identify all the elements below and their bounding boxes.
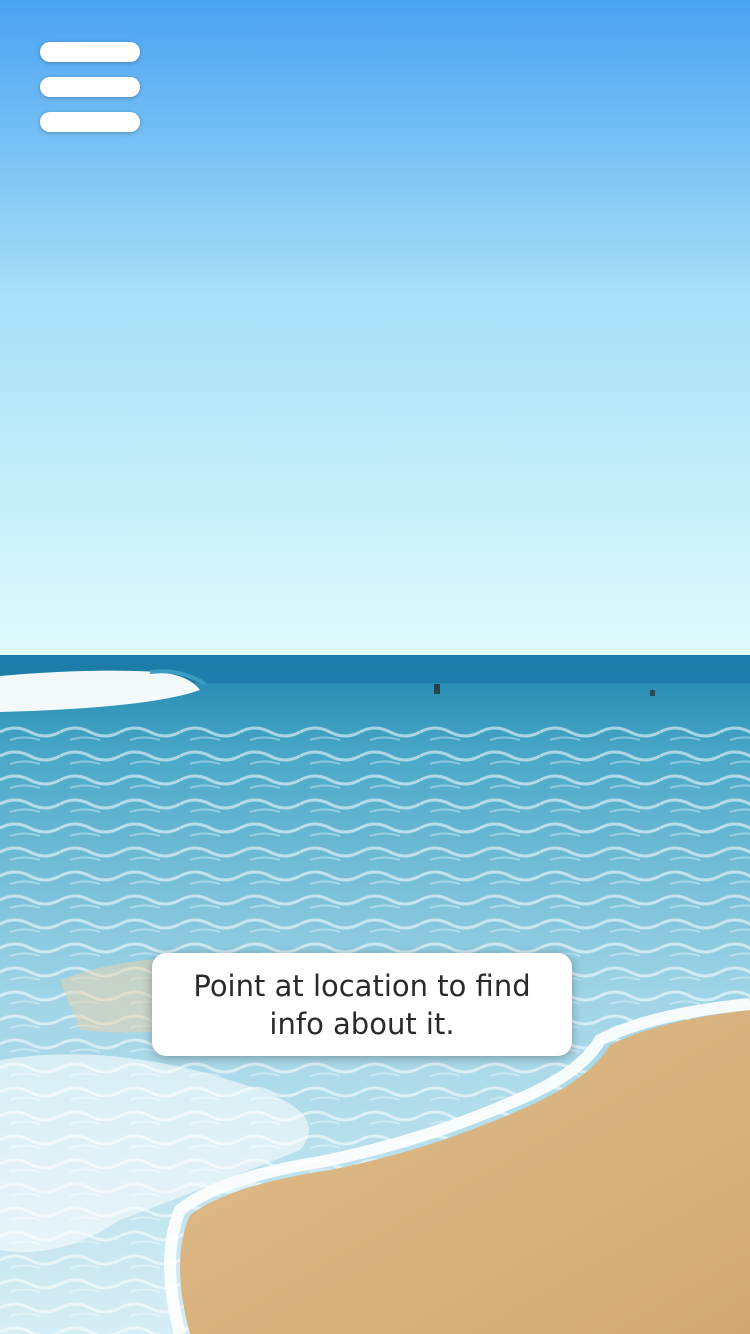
- hint-tooltip: Point at location to find info about it.: [152, 953, 572, 1056]
- hamburger-menu-icon: [40, 42, 140, 62]
- ar-screen: Point at location to find info about it.: [0, 0, 750, 1334]
- camera-view: [0, 0, 750, 1334]
- menu-button[interactable]: [40, 40, 140, 134]
- hint-text: Point at location to find info about it.: [193, 968, 531, 1041]
- swimmer: [434, 684, 440, 694]
